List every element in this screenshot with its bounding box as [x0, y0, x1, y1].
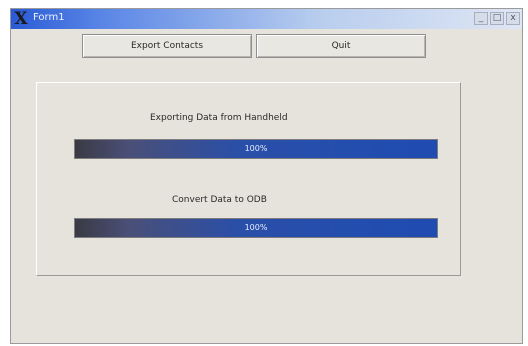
export-progress-label: Exporting Data from Handheld: [150, 113, 288, 123]
app-icon[interactable]: X: [13, 10, 29, 28]
maximize-icon[interactable]: □: [490, 12, 504, 25]
title-bar[interactable]: X Form1 _ □ x: [11, 9, 522, 29]
export-contacts-button[interactable]: Export Contacts: [82, 34, 252, 58]
close-icon[interactable]: x: [506, 12, 520, 25]
export-progress-percent: 100%: [244, 144, 268, 153]
quit-button[interactable]: Quit: [256, 34, 426, 58]
progress-group: [36, 82, 461, 276]
export-progress-bar: 100%: [74, 139, 438, 159]
window-controls: _ □ x: [474, 12, 520, 25]
window-title: Form1: [33, 12, 65, 23]
convert-progress-label: Convert Data to ODB: [172, 195, 267, 205]
minimize-icon[interactable]: _: [474, 12, 488, 25]
convert-progress-bar: 100%: [74, 218, 438, 238]
convert-progress-percent: 100%: [244, 223, 268, 232]
